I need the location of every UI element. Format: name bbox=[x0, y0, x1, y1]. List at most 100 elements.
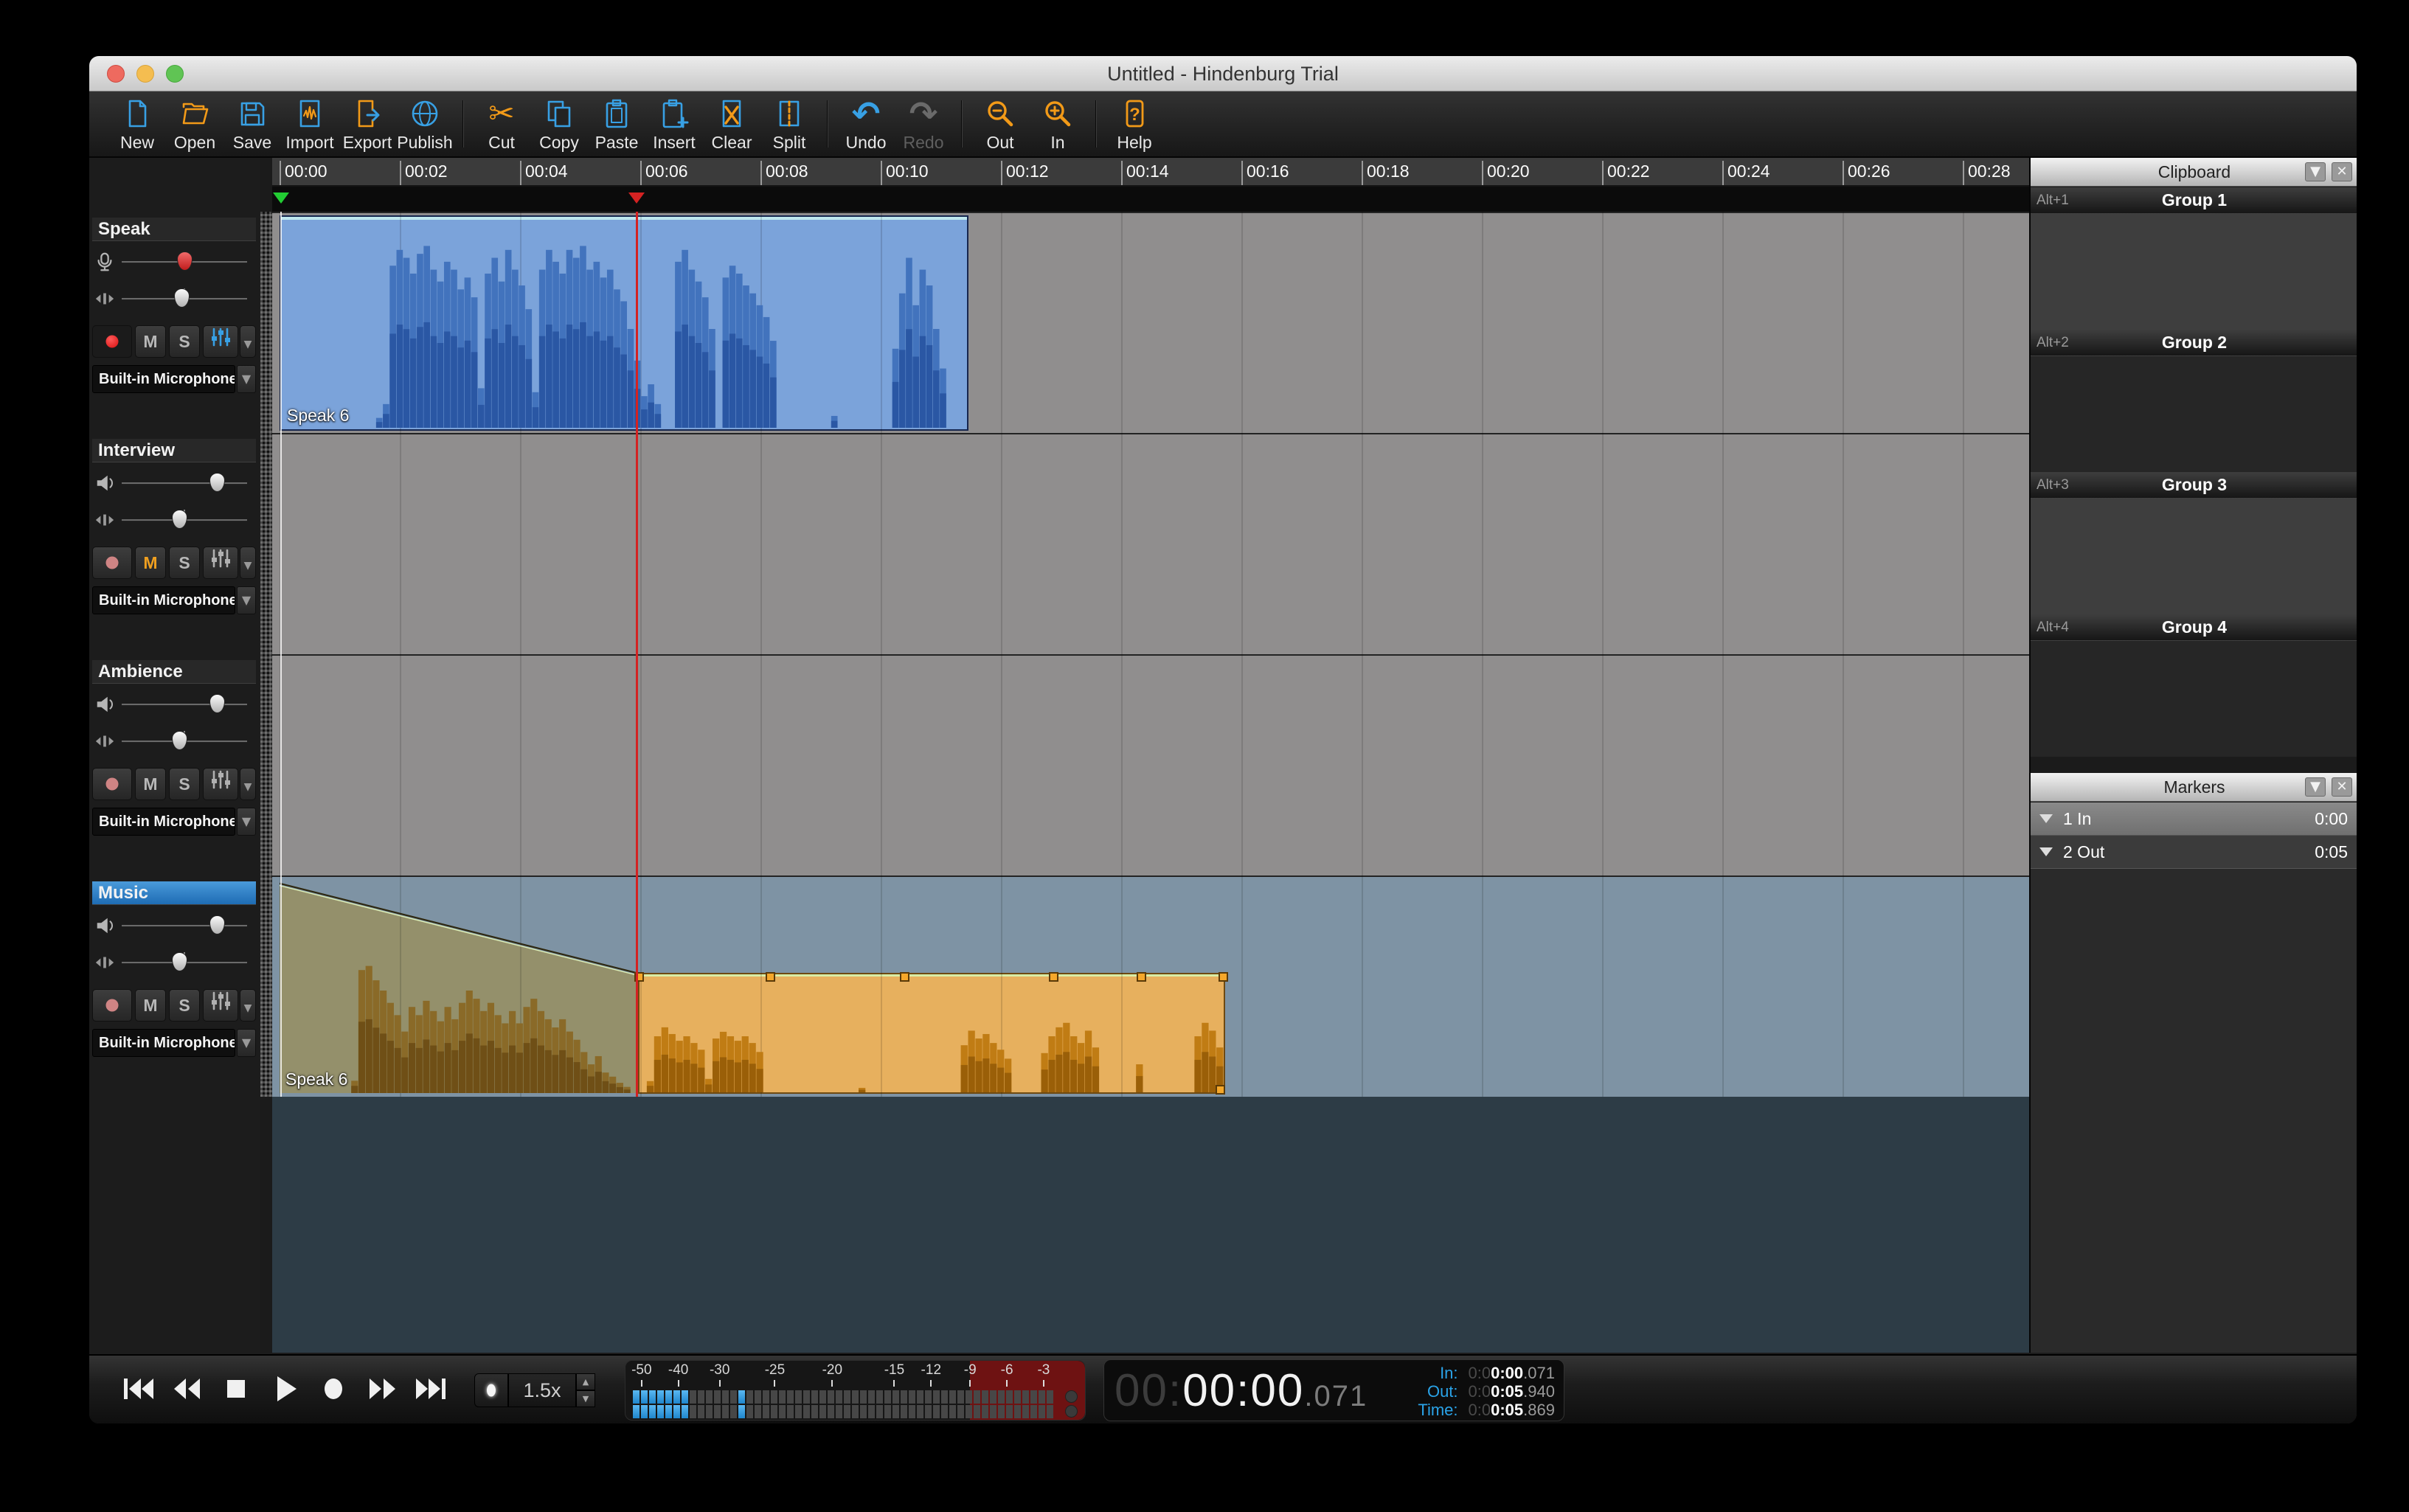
track-input-select[interactable]: Built-in Microphone bbox=[92, 586, 235, 614]
toolbar-save-button[interactable]: Save bbox=[223, 93, 281, 155]
record-button[interactable] bbox=[312, 1368, 355, 1412]
toolbar-insert-button[interactable]: Insert bbox=[645, 93, 703, 155]
track-eq-button[interactable] bbox=[203, 768, 238, 800]
speed-value[interactable]: 1.5x bbox=[508, 1373, 576, 1407]
track-mute-button[interactable]: M bbox=[135, 989, 166, 1022]
playhead-line[interactable] bbox=[636, 212, 638, 1097]
toolbar-paste-button[interactable]: Paste bbox=[588, 93, 645, 155]
rewind-button[interactable] bbox=[166, 1368, 209, 1412]
clipboard-group-body[interactable] bbox=[2031, 214, 2357, 330]
envelope-handle[interactable] bbox=[900, 972, 909, 982]
track-mute-button[interactable]: M bbox=[135, 768, 166, 800]
audio-clip-music-main[interactable] bbox=[638, 973, 1225, 1094]
track-lane-ambience[interactable] bbox=[272, 654, 2029, 875]
clipboard-group-body[interactable] bbox=[2031, 641, 2357, 757]
track-lane-interview[interactable] bbox=[272, 433, 2029, 654]
toolbar-redo-button[interactable]: ↷Redo bbox=[895, 93, 952, 155]
skip-start-button[interactable] bbox=[117, 1368, 160, 1412]
track-solo-button[interactable]: S bbox=[169, 989, 200, 1022]
clipboard-group-body[interactable] bbox=[2031, 499, 2357, 614]
track-solo-button[interactable]: S bbox=[169, 547, 200, 579]
track-record-button[interactable] bbox=[92, 768, 132, 800]
skip-end-button[interactable] bbox=[409, 1368, 452, 1412]
marker-row-in[interactable]: 1 In0:00 bbox=[2031, 802, 2357, 836]
fast-forward-button[interactable] bbox=[361, 1368, 403, 1412]
toolbar-help-button[interactable]: ?Help bbox=[1106, 93, 1163, 155]
track-options-button[interactable]: ▼ bbox=[240, 768, 256, 800]
track-options-button[interactable]: ▼ bbox=[240, 547, 256, 579]
audio-clip-speak[interactable]: Speak 6 bbox=[280, 215, 968, 431]
track-input-select[interactable]: Built-in Microphone bbox=[92, 1029, 235, 1057]
pin-icon[interactable]: ▼ bbox=[2305, 777, 2326, 797]
speed-up-button[interactable]: ▲ bbox=[576, 1373, 595, 1390]
track-eq-button[interactable] bbox=[203, 325, 238, 358]
speed-down-button[interactable]: ▼ bbox=[576, 1390, 595, 1407]
clipboard-group-header[interactable]: Alt+3Group 3 bbox=[2031, 472, 2357, 499]
envelope-handle[interactable] bbox=[1219, 972, 1228, 982]
pan-slider-handle[interactable] bbox=[174, 288, 190, 308]
envelope-handle[interactable] bbox=[1049, 972, 1058, 982]
toolbar-out-button[interactable]: Out bbox=[971, 93, 1029, 155]
track-name[interactable]: Music bbox=[92, 881, 256, 905]
track-solo-button[interactable]: S bbox=[169, 325, 200, 358]
volume-slider-handle[interactable] bbox=[209, 473, 225, 492]
play-button[interactable] bbox=[263, 1368, 306, 1412]
marker-row-out[interactable]: 2 Out0:05 bbox=[2031, 836, 2357, 869]
clip-indicator-left[interactable] bbox=[1065, 1390, 1078, 1403]
clipboard-group-header[interactable]: Alt+4Group 4 bbox=[2031, 614, 2357, 641]
clip-indicator-right[interactable] bbox=[1065, 1405, 1078, 1418]
track-mute-button[interactable]: M bbox=[135, 325, 166, 358]
volume-slider-handle[interactable] bbox=[209, 915, 225, 934]
track-lane-music[interactable]: Speak 6 bbox=[272, 875, 2029, 1097]
timeline-ruler[interactable]: 00:0000:0200:0400:0600:0800:1000:1200:14… bbox=[272, 158, 2029, 187]
volume-slider-handle[interactable] bbox=[177, 252, 193, 271]
track-eq-button[interactable] bbox=[203, 547, 238, 579]
pan-slider-handle[interactable] bbox=[172, 510, 187, 529]
track-name[interactable]: Speak bbox=[92, 218, 256, 241]
track-record-button[interactable] bbox=[92, 547, 132, 579]
track-input-select[interactable]: Built-in Microphone bbox=[92, 365, 235, 393]
track-input-select[interactable]: Built-in Microphone bbox=[92, 808, 235, 836]
clipboard-group-header[interactable]: Alt+2Group 2 bbox=[2031, 330, 2357, 356]
track-input-dropdown-arrow[interactable]: ▼ bbox=[237, 1029, 256, 1057]
track-solo-button[interactable]: S bbox=[169, 768, 200, 800]
track-options-button[interactable]: ▼ bbox=[240, 989, 256, 1022]
pin-icon[interactable]: ▼ bbox=[2305, 162, 2326, 181]
toolbar-export-button[interactable]: Export bbox=[339, 93, 396, 155]
toolbar-cut-button[interactable]: ✂Cut bbox=[473, 93, 530, 155]
track-input-dropdown-arrow[interactable]: ▼ bbox=[237, 808, 256, 836]
close-icon[interactable]: ✕ bbox=[2332, 777, 2352, 797]
track-input-dropdown-arrow[interactable]: ▼ bbox=[237, 586, 256, 614]
audio-clip-music-fade[interactable]: Speak 6 bbox=[280, 879, 638, 1093]
clipboard-group-body[interactable] bbox=[2031, 356, 2357, 472]
toolbar-in-button[interactable]: In bbox=[1029, 93, 1086, 155]
speed-dot-button[interactable] bbox=[474, 1373, 508, 1407]
marker-expand-icon[interactable] bbox=[2039, 847, 2053, 856]
track-lane-speak[interactable]: Speak 6 bbox=[272, 212, 2029, 433]
track-input-dropdown-arrow[interactable]: ▼ bbox=[237, 365, 256, 393]
envelope-handle[interactable] bbox=[1137, 972, 1146, 982]
pan-slider-handle[interactable] bbox=[172, 731, 187, 750]
toolbar-new-button[interactable]: New bbox=[108, 93, 166, 155]
track-options-button[interactable]: ▼ bbox=[240, 325, 256, 358]
stop-button[interactable] bbox=[215, 1368, 257, 1412]
fade-envelope-line[interactable] bbox=[280, 879, 638, 1093]
toolbar-publish-button[interactable]: Publish bbox=[396, 93, 454, 155]
track-mute-button[interactable]: M bbox=[135, 547, 166, 579]
playhead-marker-icon[interactable] bbox=[628, 193, 645, 204]
volume-slider-handle[interactable] bbox=[209, 694, 225, 713]
toolbar-undo-button[interactable]: ↶Undo bbox=[837, 93, 895, 155]
toolbar-import-button[interactable]: Import bbox=[281, 93, 339, 155]
track-record-button[interactable] bbox=[92, 989, 132, 1022]
toolbar-open-button[interactable]: Open bbox=[166, 93, 223, 155]
track-name[interactable]: Ambience bbox=[92, 660, 256, 684]
pan-slider-handle[interactable] bbox=[172, 952, 187, 971]
track-resize-strip[interactable] bbox=[260, 212, 272, 1097]
envelope-handle[interactable] bbox=[766, 972, 775, 982]
toolbar-copy-button[interactable]: Copy bbox=[530, 93, 588, 155]
envelope-handle[interactable] bbox=[1216, 1085, 1225, 1095]
track-eq-button[interactable] bbox=[203, 989, 238, 1022]
toolbar-clear-button[interactable]: Clear bbox=[703, 93, 760, 155]
track-name[interactable]: Interview bbox=[92, 439, 256, 462]
toolbar-split-button[interactable]: Split bbox=[760, 93, 818, 155]
